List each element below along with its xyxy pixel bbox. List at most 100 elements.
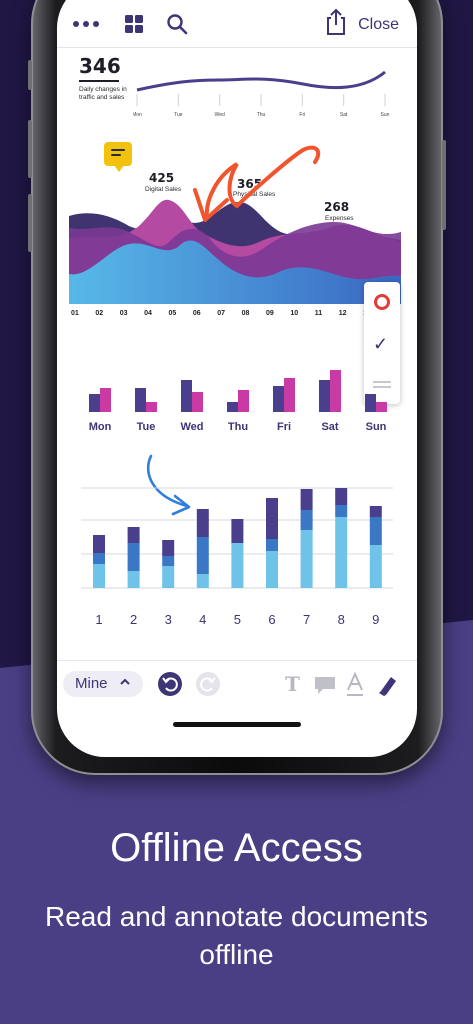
paired-bar bbox=[181, 380, 192, 412]
note-icon[interactable] bbox=[104, 142, 132, 172]
share-icon[interactable] bbox=[324, 8, 348, 36]
stacked-bar-category-label: 4 bbox=[199, 612, 206, 627]
filter-label: Mine bbox=[75, 675, 108, 692]
traffic-stat-caption: Daily changes in traffic and sales bbox=[79, 86, 127, 101]
close-button[interactable]: Close bbox=[358, 16, 399, 34]
traffic-stat-value: 346 bbox=[79, 54, 121, 78]
line-chart-day-label: Sat bbox=[340, 112, 348, 118]
paired-bar bbox=[319, 380, 330, 412]
top-toolbar: Close bbox=[57, 0, 417, 48]
app-screen: Close 346 Daily changes in traffic and s… bbox=[57, 0, 417, 757]
area-chart-tick-label: 09 bbox=[266, 310, 274, 317]
stacked-bar-category-label: 5 bbox=[234, 612, 241, 627]
area-chart-tick-label: 03 bbox=[119, 310, 128, 317]
area-chart-tick-label: 12 bbox=[338, 310, 347, 317]
stacked-bar-segment bbox=[162, 566, 175, 588]
area-chart-tick-label: 05 bbox=[168, 310, 177, 317]
stacked-bar-segment bbox=[93, 564, 105, 588]
stat-underline bbox=[79, 80, 119, 82]
checkmark-icon[interactable]: ✓ bbox=[373, 334, 388, 355]
stacked-bar-category-label: 8 bbox=[338, 612, 345, 627]
red-circle-tool-icon[interactable] bbox=[374, 294, 390, 310]
stacked-bar-segment bbox=[300, 530, 313, 588]
paired-bar-category-label: Thu bbox=[228, 421, 248, 433]
stacked-bar-segment bbox=[196, 574, 209, 588]
stacked-bar-chart: 1 2 3 4 5 6 7 8 9 bbox=[81, 487, 393, 627]
paired-bar bbox=[330, 370, 341, 412]
area-chart-tick-label: 04 bbox=[144, 310, 152, 317]
stacked-bar-segment bbox=[231, 519, 244, 543]
text-style-icon[interactable] bbox=[345, 672, 365, 698]
stacked-bar-segment bbox=[231, 543, 244, 588]
stacked-bar-segment bbox=[266, 498, 278, 539]
paired-bar-category-label: Mon bbox=[89, 421, 112, 433]
area-chart-tick-label: 08 bbox=[241, 310, 250, 317]
stacked-bar-segment bbox=[162, 540, 175, 556]
paired-bar bbox=[146, 402, 157, 412]
undo-icon[interactable] bbox=[158, 672, 182, 696]
area-chart-tick-label: 06 bbox=[192, 310, 201, 317]
paired-bar bbox=[89, 394, 100, 412]
paired-bar bbox=[238, 390, 249, 412]
paired-bar bbox=[192, 392, 203, 412]
comment-tool-icon[interactable] bbox=[313, 674, 337, 696]
paired-bar-category-label: Sat bbox=[321, 421, 338, 433]
stacked-bar-segment bbox=[266, 551, 278, 588]
area-chart-tick-label: 07 bbox=[217, 310, 226, 317]
filter-dropdown[interactable]: Mine bbox=[63, 671, 143, 697]
stacked-bar-segment bbox=[196, 509, 209, 537]
stacked-bar-category-label: 3 bbox=[165, 612, 172, 627]
stacked-bar-category-label: 7 bbox=[303, 612, 310, 627]
more-dots-icon[interactable] bbox=[71, 12, 101, 36]
line-chart-day-label: Tue bbox=[174, 112, 183, 118]
line-chart-day-label: Wed bbox=[215, 112, 225, 118]
paired-bar-category-label: Sun bbox=[366, 421, 387, 433]
stacked-bar-segment bbox=[300, 510, 313, 530]
stacked-bar-category-label: 6 bbox=[268, 612, 275, 627]
paired-bar-category-label: Wed bbox=[180, 421, 203, 433]
stacked-bar-segment bbox=[335, 517, 348, 588]
area-chart-tick-label: 02 bbox=[95, 310, 104, 317]
search-icon[interactable] bbox=[165, 12, 189, 36]
area-chart-tick-label: 01 bbox=[71, 310, 79, 317]
stacked-bar-segment bbox=[335, 505, 348, 517]
stacked-bar-segment bbox=[369, 545, 382, 588]
pen-tool-icon[interactable] bbox=[375, 673, 399, 697]
area-chart-tick-label: 11 bbox=[314, 310, 323, 317]
paired-bar-category-label: Fri bbox=[277, 421, 291, 433]
paired-bar bbox=[227, 402, 238, 412]
line-chart-day-label: Thu bbox=[257, 112, 266, 118]
promo-headline: Offline Access bbox=[110, 826, 363, 870]
stacked-bar-segment bbox=[266, 539, 278, 551]
line-chart-day-label: Fri bbox=[299, 112, 305, 118]
grid-view-icon[interactable] bbox=[123, 12, 145, 36]
chevron-up-icon bbox=[119, 675, 131, 692]
paired-bar bbox=[135, 388, 146, 412]
stacked-bar-segment bbox=[162, 556, 175, 566]
paired-bar bbox=[273, 386, 284, 412]
stacked-bar-segment bbox=[335, 488, 348, 505]
promo-subline: Read and annotate documents offline bbox=[45, 901, 428, 970]
stacked-bar-segment bbox=[369, 517, 382, 545]
line-chart-day-label: Mon bbox=[133, 112, 142, 118]
paired-bar bbox=[284, 378, 295, 412]
home-indicator bbox=[173, 722, 301, 727]
stacked-bar-category-label: 1 bbox=[95, 612, 102, 627]
digital-sales-value: 425 bbox=[149, 171, 175, 185]
stacked-bar-segment bbox=[369, 506, 382, 517]
area-chart-x-axis: 01020304050607080910111213 bbox=[71, 310, 371, 322]
orange-annotation-stroke bbox=[193, 145, 321, 222]
redo-icon[interactable] bbox=[196, 672, 220, 696]
line-chart: Mon Tue Wed Thu Fri Sat Sun bbox=[133, 70, 390, 118]
stacked-bar-category-label: 2 bbox=[130, 612, 137, 627]
stacked-bar-segment bbox=[93, 553, 105, 564]
area-chart-tick-label: 10 bbox=[290, 310, 299, 317]
paired-bar bbox=[100, 388, 111, 412]
stacked-bar-category-label: 9 bbox=[372, 612, 379, 627]
stacked-bar-segment bbox=[300, 489, 313, 510]
paired-bar-chart: Mon Tue Wed Thu Fri Sat Sun bbox=[89, 370, 387, 433]
paired-bar bbox=[376, 402, 387, 412]
annotation-toolbar: Mine T bbox=[57, 660, 417, 708]
text-tool-icon[interactable]: T bbox=[285, 672, 300, 696]
stacked-bar-segment bbox=[196, 537, 209, 574]
